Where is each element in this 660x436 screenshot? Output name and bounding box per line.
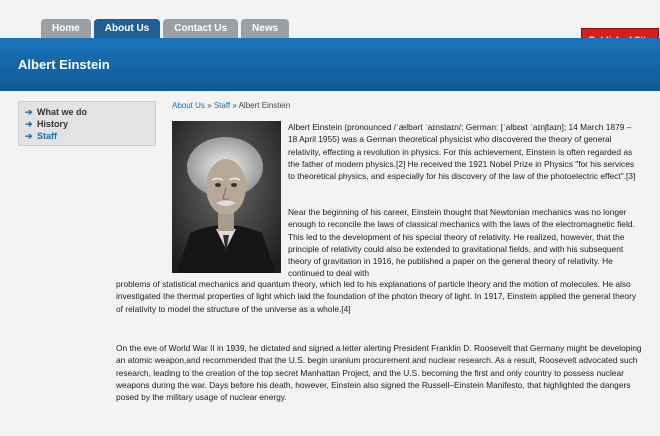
article-paragraph-2: Near the beginning of his career, Einste… — [288, 207, 635, 279]
breadcrumb-about-us-link[interactable]: About Us — [172, 101, 205, 110]
header-band: Albert Einstein — [0, 38, 660, 91]
einstein-portrait — [172, 121, 281, 273]
sidebar-item-what-we-do[interactable]: ➔ What we do — [25, 106, 155, 118]
sidebar-item-label: What we do — [37, 107, 87, 117]
article-paragraph-3: On the eve of World War II in 1939, he d… — [116, 343, 642, 403]
article-paragraph-2-continued: problems of statistical mechanics and qu… — [116, 279, 637, 314]
arrow-right-icon: ➔ — [25, 130, 33, 141]
portrait-image — [172, 121, 281, 273]
breadcrumb-staff-link[interactable]: Staff — [214, 101, 230, 110]
sidebar: ➔ What we do ➔ History ➔ Staff — [18, 101, 156, 146]
sidebar-item-history[interactable]: ➔ History — [25, 118, 155, 130]
main-content: About Us » Staff » Albert Einstein Alber… — [116, 101, 642, 402]
breadcrumb-current: Albert Einstein — [238, 101, 291, 110]
tab-home[interactable]: Home — [41, 19, 91, 38]
tab-news[interactable]: News — [241, 19, 290, 38]
sidebar-item-label: History — [37, 119, 69, 129]
tab-bar: Home About Us Contact Us News — [41, 19, 290, 38]
top-navigation: Home About Us Contact Us News — [0, 0, 660, 38]
article-paragraph-1: Albert Einstein (pronounced /ˈælbərt ˈaɪ… — [288, 122, 636, 182]
arrow-right-icon: ➔ — [25, 118, 33, 129]
tab-about-us[interactable]: About Us — [93, 19, 161, 38]
sidebar-item-staff[interactable]: ➔ Staff — [25, 130, 155, 142]
breadcrumb-separator: » — [204, 101, 214, 110]
tab-contact-us[interactable]: Contact Us — [163, 19, 239, 38]
page-title: Albert Einstein — [18, 57, 110, 72]
content-area: ➔ What we do ➔ History ➔ Staff About Us … — [0, 91, 660, 436]
arrow-right-icon: ➔ — [25, 106, 33, 117]
sidebar-item-label: Staff — [37, 131, 57, 141]
breadcrumb-separator: » — [230, 101, 239, 110]
breadcrumb: About Us » Staff » Albert Einstein — [172, 101, 642, 113]
